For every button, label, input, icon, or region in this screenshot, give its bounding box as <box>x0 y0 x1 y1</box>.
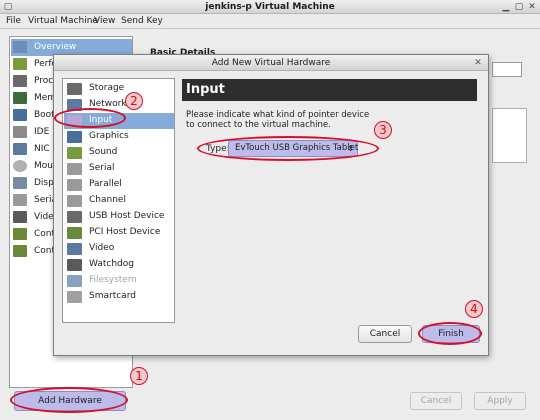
category-label: Sound <box>89 147 118 157</box>
hardware-item-label: Overview <box>34 42 77 52</box>
annotation-ellipse-finish <box>418 322 482 345</box>
parallel-icon <box>67 179 82 191</box>
video-icon <box>67 243 82 255</box>
close-icon[interactable]: ✕ <box>526 1 538 13</box>
category-item[interactable]: Watchdog <box>64 257 174 273</box>
pci-icon <box>67 227 82 239</box>
category-item[interactable]: Graphics <box>64 129 174 145</box>
display-icon <box>13 177 27 189</box>
category-label: Parallel <box>89 179 122 189</box>
description-line: to connect to the virtual machine. <box>186 120 331 130</box>
minimize-icon[interactable]: ▁ <box>500 1 512 13</box>
window-menu-icon[interactable]: ▢ <box>2 1 14 13</box>
add-hardware-dialog: Add New Virtual Hardware ✕ Storage Netwo… <box>53 54 489 356</box>
smartcard-icon <box>67 291 82 303</box>
annotation-number-4: 4 <box>465 300 483 318</box>
category-item[interactable]: Sound <box>64 145 174 161</box>
nic-icon <box>13 143 27 155</box>
category-label: Storage <box>89 83 125 93</box>
panel-description: Please indicate what kind of pointer dev… <box>186 110 369 130</box>
boot-icon <box>13 109 27 121</box>
graphics-icon <box>67 131 82 143</box>
cancel-button[interactable]: Cancel <box>358 325 412 343</box>
usb-icon <box>67 211 82 223</box>
category-item[interactable]: Parallel <box>64 177 174 193</box>
details-field[interactable] <box>492 62 522 77</box>
menubar: File Virtual Machine View Send Key <box>0 14 540 29</box>
category-label: Video <box>89 243 115 253</box>
controller-icon <box>13 228 27 240</box>
category-item[interactable]: Video <box>64 241 174 257</box>
storage-icon <box>67 83 82 95</box>
annotation-ellipse-type <box>197 136 379 161</box>
overview-icon <box>13 41 27 53</box>
category-item[interactable]: Storage <box>64 81 174 97</box>
category-item: Filesystem <box>64 273 174 289</box>
menu-file[interactable]: File <box>6 16 21 27</box>
annotation-number-1: 1 <box>130 367 148 385</box>
annotation-number-3: 3 <box>374 121 392 139</box>
memory-icon <box>13 92 27 104</box>
category-item[interactable]: USB Host Device <box>64 209 174 225</box>
window-titlebar: jenkins-p Virtual Machine ▢ ▁ ▢ ✕ <box>0 0 540 14</box>
panel-title: Input <box>182 79 477 101</box>
processor-icon <box>13 75 27 87</box>
category-item[interactable]: Channel <box>64 193 174 209</box>
details-box <box>492 108 527 163</box>
performance-icon <box>13 58 27 70</box>
category-item[interactable]: PCI Host Device <box>64 225 174 241</box>
description-line: Please indicate what kind of pointer dev… <box>186 110 370 120</box>
annotation-ellipse-add-hardware <box>10 387 128 413</box>
disk-icon <box>13 126 27 138</box>
category-label: Watchdog <box>89 259 134 269</box>
window-title: jenkins-p Virtual Machine <box>205 2 335 12</box>
watchdog-icon <box>67 259 82 271</box>
menu-virtual-machine[interactable]: Virtual Machine <box>28 16 98 27</box>
mouse-icon <box>13 160 27 172</box>
annotation-ellipse-input <box>54 108 126 128</box>
menu-send-key[interactable]: Send Key <box>121 16 163 27</box>
category-label: Serial <box>89 163 115 173</box>
serial-icon <box>67 163 82 175</box>
annotation-number-2: 2 <box>125 92 143 110</box>
category-label: Channel <box>89 195 126 205</box>
dialog-title: Add New Virtual Hardware <box>211 58 331 68</box>
category-label: PCI Host Device <box>89 227 161 237</box>
category-item[interactable]: Serial <box>64 161 174 177</box>
cancel-button-main[interactable]: Cancel <box>410 392 462 410</box>
video-icon <box>13 211 27 223</box>
category-label: Graphics <box>89 131 129 141</box>
sound-icon <box>67 147 82 159</box>
category-label: Filesystem <box>89 275 137 285</box>
category-item[interactable]: Smartcard <box>64 289 174 305</box>
filesystem-icon <box>67 275 82 287</box>
apply-button-main[interactable]: Apply <box>474 392 526 410</box>
category-label: USB Host Device <box>89 211 165 221</box>
channel-icon <box>67 195 82 207</box>
controller-icon <box>13 245 27 257</box>
dialog-close-icon[interactable]: ✕ <box>472 57 484 69</box>
dialog-titlebar: Add New Virtual Hardware ✕ <box>54 55 488 71</box>
serial-icon <box>13 194 27 206</box>
maximize-icon[interactable]: ▢ <box>513 1 525 13</box>
category-label: Smartcard <box>89 291 136 301</box>
menu-view[interactable]: View <box>94 16 115 27</box>
